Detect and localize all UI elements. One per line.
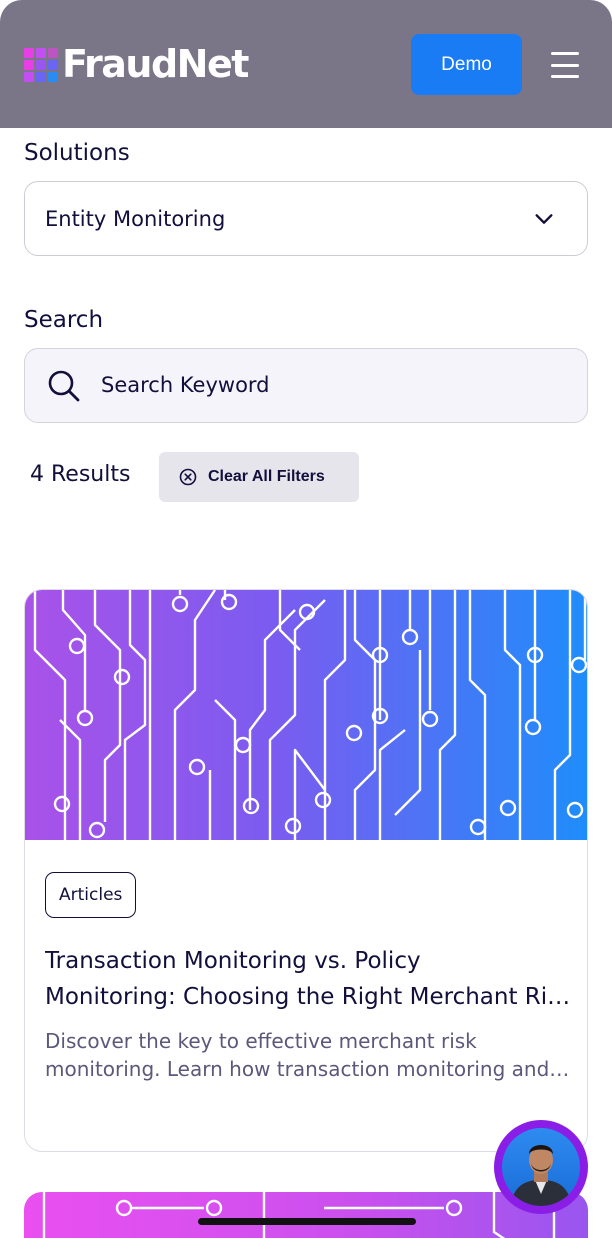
card-title-line-2: Monitoring: Choosing the Right Merchant …	[45, 984, 575, 1010]
chat-avatar-button[interactable]	[494, 1120, 588, 1214]
result-card[interactable]: Articles Transaction Monitoring vs. Poli…	[24, 589, 588, 1152]
chevron-down-icon	[535, 214, 553, 224]
card-title[interactable]: Transaction Monitoring vs. Policy Monito…	[45, 943, 575, 1015]
results-count: 4 Results	[30, 462, 131, 487]
logo-mark-icon	[24, 46, 60, 82]
circuit-pattern-image	[33, 590, 587, 840]
solutions-select[interactable]: Entity Monitoring	[24, 181, 588, 256]
card-description-line-1: Discover the key to effective merchant r…	[45, 1029, 477, 1053]
site-header: FraudNet Demo	[0, 0, 612, 128]
demo-button[interactable]: Demo	[411, 34, 522, 95]
card-description: Discover the key to effective merchant r…	[45, 1027, 570, 1083]
search-label: Search	[24, 307, 104, 333]
next-result-card[interactable]	[24, 1192, 588, 1238]
close-circle-icon	[179, 468, 197, 486]
logo-text: FraudNet	[62, 42, 249, 86]
circuit-pattern-image	[42, 1192, 556, 1238]
card-title-line-1: Transaction Monitoring vs. Policy	[45, 948, 421, 974]
solutions-label: Solutions	[24, 140, 130, 166]
app-screen: FraudNet Demo Solutions Entity Monitorin…	[0, 0, 612, 1238]
card-thumbnail	[25, 590, 587, 840]
search-input[interactable]	[101, 349, 571, 421]
hamburger-icon[interactable]	[548, 48, 582, 82]
search-icon	[48, 370, 80, 402]
clear-all-filters-button[interactable]: Clear All Filters	[159, 452, 359, 502]
home-indicator	[198, 1218, 416, 1225]
card-description-line-2: monitoring. Learn how transaction monito…	[45, 1057, 570, 1081]
search-field[interactable]	[24, 348, 588, 423]
category-tag[interactable]: Articles	[45, 872, 137, 918]
fraudnet-logo[interactable]: FraudNet	[24, 42, 249, 86]
clear-all-filters-label: Clear All Filters	[208, 468, 325, 485]
chat-avatar-icon	[502, 1128, 580, 1206]
solutions-selected-value: Entity Monitoring	[45, 206, 226, 231]
